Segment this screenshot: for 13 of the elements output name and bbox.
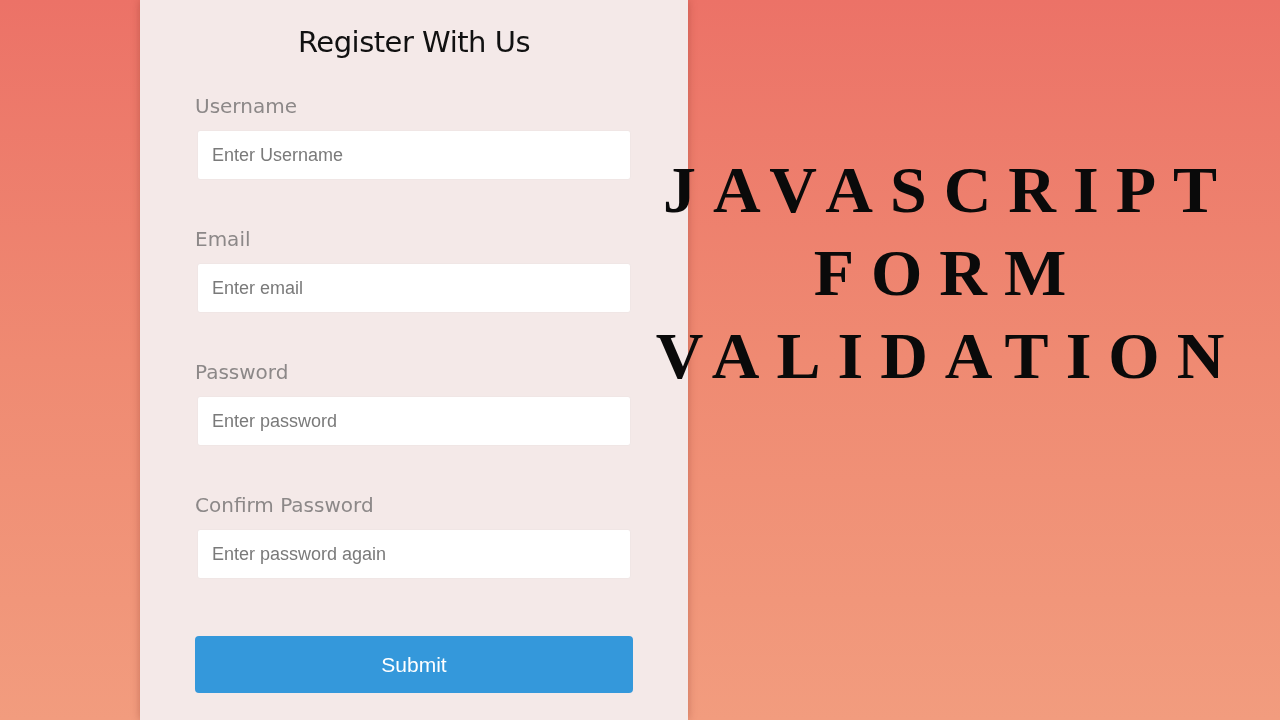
input-field[interactable]: Enter password [197, 396, 631, 446]
field-label: Confirm Password [195, 492, 374, 519]
field-label: Username [195, 93, 297, 120]
input-field[interactable]: Enter email [197, 263, 631, 313]
headline-text: FORM [813, 235, 1084, 311]
input-field[interactable]: Enter Username [197, 130, 631, 180]
input-field[interactable]: Enter password again [197, 529, 631, 579]
form-title: Register With Us [298, 24, 530, 61]
submit-button[interactable]: Submit [195, 636, 633, 693]
field-label: Password [195, 359, 289, 386]
headline-text: VALIDATION [655, 318, 1242, 394]
field-label: Email [195, 226, 251, 253]
headline-text: JAVASCRIPT [663, 152, 1234, 228]
